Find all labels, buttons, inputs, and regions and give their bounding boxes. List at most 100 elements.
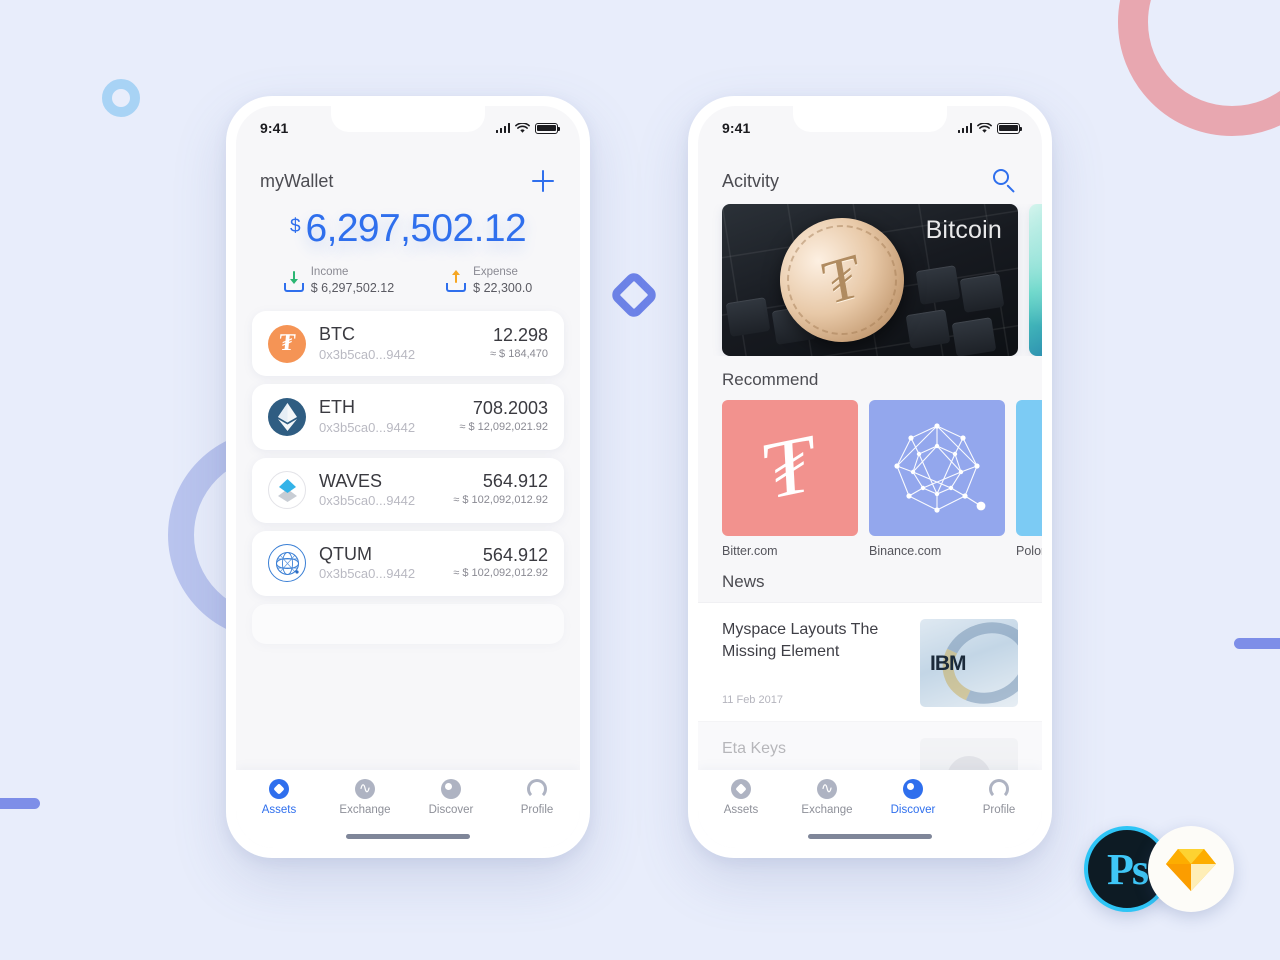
tab-label: Discover bbox=[890, 804, 936, 816]
home-indicator[interactable] bbox=[808, 834, 932, 839]
balance-section: $ 6,297,502.12 Income $ 6,297,502.12 Exp… bbox=[236, 202, 580, 297]
coin-row-waves[interactable]: WAVES 0x3b5ca0...9442 564.912 ≈ $ 102,09… bbox=[252, 457, 564, 523]
tab-label: Discover bbox=[428, 804, 474, 816]
aurora-photo bbox=[1029, 204, 1042, 356]
balance-amount: 6,297,502.12 bbox=[305, 207, 527, 250]
banner-aurora[interactable] bbox=[1029, 204, 1042, 356]
status-time: 9:41 bbox=[722, 120, 751, 136]
tab-discover[interactable]: Discover bbox=[408, 779, 494, 816]
recommend-label: Bitter.com bbox=[722, 544, 778, 558]
coin-usd-value: ≈ $ 12,092,021.92 bbox=[459, 420, 548, 433]
tab-label: Exchange bbox=[801, 804, 853, 816]
coin-symbol: ETH bbox=[319, 397, 355, 418]
exchange-icon bbox=[355, 779, 375, 799]
coin-list[interactable]: ₮ BTC 0x3b5ca0...9442 12.298 ≈ $ 184,470 bbox=[236, 297, 580, 770]
news-date: 11 Feb 2017 bbox=[722, 693, 783, 706]
discover-icon bbox=[441, 779, 461, 799]
coin-symbol: WAVES bbox=[319, 470, 383, 491]
tab-profile[interactable]: Profile bbox=[956, 779, 1042, 816]
home-indicator[interactable] bbox=[346, 834, 470, 839]
profile-icon bbox=[527, 779, 547, 799]
signal-icon bbox=[495, 123, 510, 133]
coin-address: 0x3b5ca0...9442 bbox=[319, 566, 416, 582]
photoshop-logo-text: Ps bbox=[1107, 844, 1149, 894]
news-thumbnail bbox=[920, 738, 1018, 770]
recommend-item-bitter[interactable]: ₮ Bitter.com bbox=[722, 400, 858, 558]
plus-icon[interactable] bbox=[530, 168, 556, 194]
discover-body: ₮ Bitcoin Recommend ₮ Bitter.com Binance… bbox=[698, 202, 1042, 770]
coin-symbol: BTC bbox=[319, 324, 355, 345]
decoration-bar-left bbox=[0, 798, 40, 809]
status-icons bbox=[495, 122, 561, 134]
sketch-gem-icon bbox=[1166, 849, 1216, 891]
balance-currency: $ bbox=[289, 216, 301, 237]
coin-row-partial[interactable] bbox=[252, 603, 564, 644]
decoration-ring-lightblue bbox=[102, 79, 140, 117]
coin-address: 0x3b5ca0...9442 bbox=[319, 346, 416, 362]
decoration-ring-pink bbox=[1118, 0, 1280, 136]
recommend-label: Polonie bbox=[1016, 544, 1042, 558]
news-title: Eta Keys bbox=[722, 740, 787, 757]
discover-statusbar: 9:41 bbox=[698, 106, 1042, 150]
news-thumbnail: IBM bbox=[920, 619, 1018, 707]
decoration-bar-right bbox=[1234, 638, 1280, 649]
sketch-logo bbox=[1148, 826, 1234, 912]
coin-usd-value: ≈ $ 102,092,012.92 bbox=[453, 567, 548, 580]
tab-exchange[interactable]: Exchange bbox=[784, 779, 870, 816]
tab-label: Profile bbox=[982, 804, 1016, 816]
banner-carousel[interactable]: ₮ Bitcoin bbox=[698, 204, 1042, 356]
recommend-item-binance[interactable]: Binance.com bbox=[869, 400, 1005, 558]
tab-profile[interactable]: Profile bbox=[494, 779, 580, 816]
network-sphere-icon bbox=[869, 400, 1005, 536]
tab-discover[interactable]: Discover bbox=[870, 779, 956, 816]
tab-exchange[interactable]: Exchange bbox=[322, 779, 408, 816]
assets-icon bbox=[731, 779, 751, 799]
coin-amount: 12.298 bbox=[492, 325, 548, 346]
page-title: myWallet bbox=[260, 170, 334, 191]
wallet-statusbar: 9:41 bbox=[236, 106, 580, 150]
coin-row-eth[interactable]: ETH 0x3b5ca0...9442 708.2003 ≈ $ 12,092,… bbox=[252, 384, 564, 450]
search-icon[interactable] bbox=[992, 168, 1018, 194]
waves-icon bbox=[268, 471, 306, 510]
profile-icon bbox=[989, 779, 1009, 799]
recommend-heading: Recommend bbox=[722, 370, 819, 389]
discover-icon bbox=[903, 779, 923, 799]
income-expense-row: Income $ 6,297,502.12 Expense $ 22,300.0 bbox=[236, 265, 580, 297]
coin-row-qtum[interactable]: QTUM 0x3b5ca0...9442 564.912 ≈ $ 102,092… bbox=[252, 530, 564, 596]
bitcoin-glyph-icon: ₮ bbox=[722, 400, 858, 536]
decoration-diamond-outline bbox=[608, 269, 660, 321]
banner-bitcoin[interactable]: ₮ Bitcoin bbox=[722, 204, 1018, 356]
coin-address: 0x3b5ca0...9442 bbox=[319, 420, 416, 436]
recommend-row[interactable]: ₮ Bitter.com Binance.com Polo bbox=[698, 400, 1042, 558]
coin-amount: 708.2003 bbox=[472, 398, 548, 419]
income-label: Income bbox=[310, 265, 349, 278]
coin-usd-value: ≈ $ 184,470 bbox=[489, 347, 548, 360]
tab-assets[interactable]: Assets bbox=[236, 779, 322, 816]
btc-icon: ₮ bbox=[268, 324, 306, 363]
news-list[interactable]: Myspace Layouts The Missing Element 11 F… bbox=[698, 602, 1042, 770]
news-item[interactable]: Eta Keys bbox=[698, 721, 1042, 770]
signal-icon bbox=[957, 123, 972, 133]
tab-label: Exchange bbox=[339, 804, 391, 816]
income-value: $ 6,297,502.12 bbox=[310, 281, 395, 296]
expense-value: $ 22,300.0 bbox=[473, 281, 533, 296]
news-item[interactable]: Myspace Layouts The Missing Element 11 F… bbox=[698, 602, 1042, 721]
recommend-item-poloniex[interactable]: Polonie bbox=[1016, 400, 1042, 558]
eth-icon bbox=[268, 397, 306, 436]
balance-row: $ 6,297,502.12 bbox=[236, 207, 580, 251]
income-summary: Income $ 6,297,502.12 bbox=[283, 265, 395, 297]
tab-label: Profile bbox=[520, 804, 554, 816]
coin-address: 0x3b5ca0...9442 bbox=[319, 493, 416, 509]
coin-row-btc[interactable]: ₮ BTC 0x3b5ca0...9442 12.298 ≈ $ 184,470 bbox=[252, 311, 564, 377]
discover-screen: 9:41 Acitvity ₮ Bitcoin Recommend ₮ Bitt… bbox=[698, 106, 1042, 848]
page-title: Acitvity bbox=[722, 170, 780, 191]
wallet-tabbar: Assets Exchange Discover Profile bbox=[236, 770, 580, 848]
status-time: 9:41 bbox=[260, 120, 289, 136]
phone-wallet: 9:41 myWallet $ 6,297,502.12 Income $ 6,… bbox=[226, 96, 590, 858]
discover-tabbar: Assets Exchange Discover Profile bbox=[698, 770, 1042, 848]
tab-assets[interactable]: Assets bbox=[698, 779, 784, 816]
wifi-icon bbox=[977, 122, 992, 133]
coin-amount: 564.912 bbox=[482, 471, 548, 492]
coin-symbol: QTUM bbox=[319, 543, 372, 564]
banner-caption: Bitcoin bbox=[925, 216, 1002, 244]
